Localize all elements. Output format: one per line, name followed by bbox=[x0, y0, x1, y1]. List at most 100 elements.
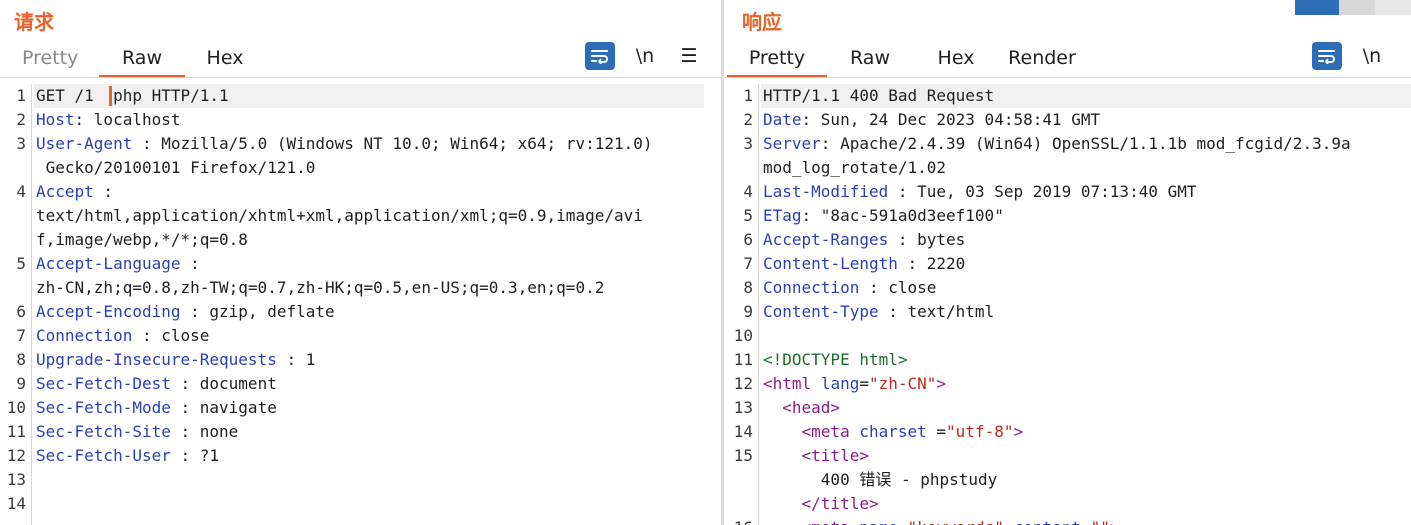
header-separator: : bbox=[170, 374, 200, 393]
header-separator: : bbox=[132, 134, 162, 153]
response-tab-pretty[interactable]: Pretty bbox=[727, 40, 827, 78]
html-token: "zh-CN" bbox=[868, 374, 937, 393]
header-value: close bbox=[161, 326, 210, 345]
header-value: Mozilla/5.0 (Windows NT 10.0; Win64; x64… bbox=[161, 134, 653, 153]
request-code-line: zh-CN,zh;q=0.8,zh-TW;q=0.7,zh-HK;q=0.5,e… bbox=[0, 276, 721, 300]
newline-icon: \n bbox=[1362, 45, 1382, 67]
html-token: "utf-8" bbox=[946, 422, 1014, 441]
code-text: <html lang="zh-CN"> bbox=[763, 372, 946, 396]
request-editor[interactable]: 1 GET /1 php HTTP/1.1 2 Host: localhost 3 Use… bbox=[0, 84, 721, 525]
request-tab-raw[interactable]: Raw bbox=[99, 40, 185, 78]
header-value: document bbox=[199, 374, 277, 393]
response-editor[interactable]: 1 HTTP/1.1 400 Bad Request 2 Date: Sun, 24 … bbox=[724, 84, 1411, 525]
header-separator: : bbox=[276, 350, 306, 369]
html-token: "" bbox=[1091, 518, 1110, 525]
response-code-line: 8 Connection : close bbox=[724, 276, 1411, 300]
request-tabbar-divider bbox=[0, 77, 721, 78]
line-number: 8 bbox=[743, 278, 753, 297]
response-code-line: 5 ETag: "8ac-591a0d3eef100" bbox=[724, 204, 1411, 228]
line-number: 11 bbox=[733, 350, 753, 369]
header-value: bytes bbox=[917, 230, 966, 249]
code-text: Accept-Language : bbox=[36, 252, 200, 276]
html-token bbox=[763, 518, 802, 525]
line-number: 1 bbox=[743, 86, 753, 105]
request-tab-hex[interactable]: Hex bbox=[205, 40, 245, 78]
header-value: navigate bbox=[199, 398, 277, 417]
header-separator: : bbox=[888, 182, 918, 201]
code-text: Sec-Fetch-User : ?1 bbox=[36, 444, 219, 468]
html-token: </title> bbox=[801, 494, 879, 513]
response-code-line: 10 bbox=[724, 324, 1411, 348]
plain-text: mod_log_rotate/1.02 bbox=[763, 158, 947, 177]
code-text: Sec-Fetch-Mode : navigate bbox=[36, 396, 277, 420]
line-number: 14 bbox=[6, 494, 26, 513]
line-number: 12 bbox=[733, 374, 753, 393]
header-value: Tue, 03 Sep 2019 07:13:40 GMT bbox=[917, 182, 1197, 201]
response-wrap-lines-button[interactable] bbox=[1312, 42, 1342, 70]
request-code-line: 4 Accept : bbox=[0, 180, 721, 204]
code-text: User-Agent : Mozilla/5.0 (Windows NT 10.… bbox=[36, 132, 653, 156]
response-tab-render[interactable]: Render bbox=[1006, 40, 1078, 78]
layout-icon-horizontal[interactable] bbox=[1339, 0, 1375, 15]
header-value: close bbox=[888, 278, 937, 297]
response-code-line: 11 <!DOCTYPE html> bbox=[724, 348, 1411, 372]
header-name: Server bbox=[763, 134, 821, 153]
header-separator: : bbox=[801, 206, 821, 225]
request-tab-pretty[interactable]: Pretty bbox=[22, 40, 78, 78]
request-code-line: 5 Accept-Language : bbox=[0, 252, 721, 276]
code-text: <meta name="keywords" content=""> bbox=[763, 516, 1120, 525]
layout-icon-vertical[interactable] bbox=[1375, 0, 1411, 15]
request-pane: 请求 Pretty Raw Hex \n ☰ 1 GET /1 php HTTP/… bbox=[0, 0, 721, 525]
response-code-line: 3 Server: Apache/2.4.39 (Win64) OpenSSL/1… bbox=[724, 132, 1411, 156]
plain-text: f,image/webp,*/*;q=0.8 bbox=[36, 230, 248, 249]
request-wrap-lines-button[interactable] bbox=[585, 42, 615, 70]
code-text: Gecko/20100101 Firefox/121.0 bbox=[36, 156, 316, 180]
header-separator: : bbox=[132, 326, 162, 345]
header-separator: : bbox=[170, 446, 200, 465]
request-code-line: 3 User-Agent : Mozilla/5.0 (Windows NT 10… bbox=[0, 132, 721, 156]
line-number: 4 bbox=[16, 182, 26, 201]
html-token bbox=[763, 398, 782, 417]
html-token: <head> bbox=[782, 398, 841, 417]
code-text: Content-Length : 2220 bbox=[763, 252, 965, 276]
response-tabbar-divider bbox=[724, 77, 1411, 78]
header-name: Sec-Fetch-Mode bbox=[36, 398, 171, 417]
header-value: 1 bbox=[305, 350, 316, 369]
code-text: Upgrade-Insecure-Requests : 1 bbox=[36, 348, 315, 372]
html-token: "keywords" bbox=[908, 518, 1004, 525]
header-separator: : bbox=[801, 110, 821, 129]
line-number: 6 bbox=[743, 230, 753, 249]
request-newline-button[interactable]: \n bbox=[632, 42, 658, 70]
response-tabs: Pretty Raw Hex Render bbox=[724, 40, 1078, 78]
line-number: 16 bbox=[724, 516, 753, 525]
response-code-line: 7 Content-Length : 2220 bbox=[724, 252, 1411, 276]
html-token: > bbox=[1013, 422, 1024, 441]
layout-icon-split[interactable] bbox=[1295, 0, 1339, 15]
header-separator: : bbox=[888, 230, 918, 249]
line-number: 8 bbox=[16, 350, 26, 369]
response-newline-button[interactable]: \n bbox=[1359, 42, 1385, 70]
header-name: Sec-Fetch-Site bbox=[36, 422, 171, 441]
header-name: Content-Length bbox=[763, 254, 898, 273]
wrap-lines-icon bbox=[591, 50, 608, 64]
code-text: Connection : close bbox=[763, 276, 936, 300]
html-token: > bbox=[936, 374, 947, 393]
layout-toggle[interactable] bbox=[1295, 0, 1411, 15]
hamburger-menu-icon: ☰ bbox=[680, 45, 698, 67]
html-token: lang bbox=[820, 374, 860, 393]
response-title: 响应 bbox=[742, 10, 782, 34]
code-text: Accept : bbox=[36, 180, 113, 204]
response-tab-hex[interactable]: Hex bbox=[936, 40, 976, 78]
request-menu-button[interactable]: ☰ bbox=[676, 42, 702, 70]
response-code-line: 1 HTTP/1.1 400 Bad Request bbox=[724, 84, 1411, 108]
request-code-line: Gecko/20100101 Firefox/121.0 bbox=[0, 156, 721, 180]
response-tab-raw[interactable]: Raw bbox=[850, 40, 890, 78]
html-token bbox=[763, 494, 802, 513]
header-name: ETag bbox=[763, 206, 802, 225]
header-separator: : bbox=[93, 182, 114, 201]
header-name: Accept bbox=[36, 182, 94, 201]
code-text: Sec-Fetch-Dest : document bbox=[36, 372, 277, 396]
line-number: 10 bbox=[6, 398, 26, 417]
header-name: Sec-Fetch-Dest bbox=[36, 374, 171, 393]
response-code-line: 12 <html lang="zh-CN"> bbox=[724, 372, 1411, 396]
